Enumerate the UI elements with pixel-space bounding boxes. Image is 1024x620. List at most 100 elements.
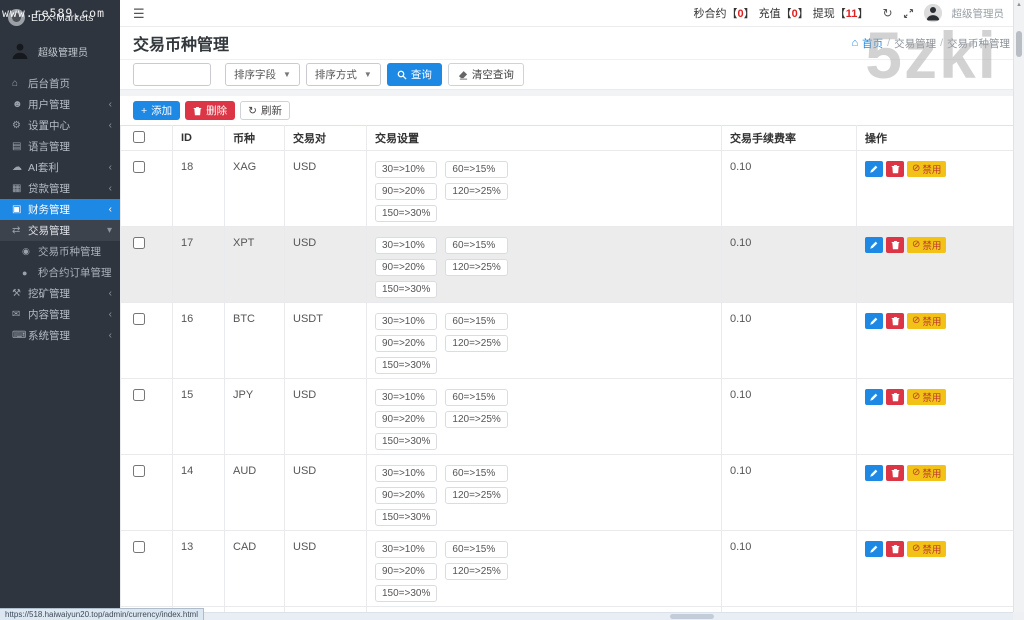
horizontal-scrollbar[interactable] (120, 612, 1013, 620)
caret-down-icon: ▼ (364, 70, 372, 79)
sidebar-item-language[interactable]: ▤语言管理 (0, 136, 120, 157)
row-checkbox[interactable] (133, 541, 145, 553)
setting-tag: 60=>15% (445, 541, 507, 558)
delete-row-button[interactable] (886, 237, 904, 253)
horizontal-scrollbar-thumb[interactable] (670, 614, 714, 619)
delete-button[interactable]: 删除 (185, 101, 235, 120)
ban-icon: ⊘ (912, 392, 920, 402)
sidebar-item-ai-arbitrage[interactable]: ☁AI套利‹ (0, 157, 120, 178)
clear-query-button-label: 清空查询 (472, 67, 514, 82)
refresh-icon[interactable]: ↻ (882, 7, 892, 19)
disable-button[interactable]: ⊘禁用 (907, 541, 946, 557)
row-settings-cell: 30=>10%60=>15%90=>20%120=>25%150=>30% (367, 227, 722, 303)
sidebar-item-label: 系统管理 (28, 328, 109, 343)
setting-tag: 150=>30% (375, 585, 437, 602)
vertical-scrollbar-thumb[interactable] (1016, 31, 1022, 57)
row-select-cell (121, 151, 173, 227)
brand[interactable]: EDX-Markets (0, 0, 120, 33)
refresh-icon: ↻ (248, 105, 257, 117)
plus-icon: + (141, 105, 147, 117)
disable-button[interactable]: ⊘禁用 (907, 389, 946, 405)
setting-tag: 60=>15% (445, 237, 507, 254)
table-row: 18XAGUSD30=>10%60=>15%90=>20%120=>25%150… (121, 151, 1024, 227)
sidebar-item-settings[interactable]: ⚙设置中心‹ (0, 115, 120, 136)
top-navbar: ☰ 秒合约【0】充值【0】提现【11】 ↻ 超级管理员 (120, 0, 1024, 27)
edit-button[interactable] (865, 541, 883, 557)
sort-order-select[interactable]: 排序方式 ▼ (306, 63, 381, 86)
status-url-tooltip: https://518.haiwaiyun20.top/admin/curren… (0, 608, 204, 620)
disable-button[interactable]: ⊘禁用 (907, 237, 946, 253)
sidebar-item-finance[interactable]: ▣财务管理‹ (0, 199, 120, 220)
sort-field-select[interactable]: 排序字段 ▼ (225, 63, 300, 86)
clear-query-button[interactable]: 清空查询 (448, 63, 524, 86)
sidebar-item-seconds-orders[interactable]: ●秒合约订单管理 (0, 262, 120, 283)
settings-grid: 30=>10%60=>15%90=>20%120=>25%150=>30% (375, 389, 713, 450)
row-pair-cell: USD (285, 227, 367, 303)
disable-button[interactable]: ⊘禁用 (907, 161, 946, 177)
select-all-header (121, 126, 173, 151)
row-ops-cell: ⊘禁用 (857, 531, 1024, 607)
row-checkbox[interactable] (133, 237, 145, 249)
content-panel: + 添加 删除 ↻ 刷新 ID币种交易对交易设置交易手续费率操作 18XAGUS… (120, 96, 1024, 620)
stat-value: 0 (738, 8, 744, 20)
sidebar-user[interactable]: 超级管理员 (0, 33, 120, 70)
select-all-checkbox[interactable] (133, 131, 145, 143)
vertical-scrollbar[interactable]: ▲ (1013, 0, 1024, 612)
delete-row-button[interactable] (886, 313, 904, 329)
setting-tag: 30=>10% (375, 541, 437, 558)
add-button-label: 添加 (151, 103, 172, 118)
sidebar-item-system[interactable]: ⌨系统管理‹ (0, 325, 120, 346)
row-settings-cell: 30=>10%60=>15%90=>20%120=>25%150=>30% (367, 303, 722, 379)
row-checkbox[interactable] (133, 161, 145, 173)
delete-row-button[interactable] (886, 161, 904, 177)
row-pair-cell: USDT (285, 303, 367, 379)
row-fee-cell: 0.10 (722, 303, 857, 379)
topbar-avatar[interactable] (924, 4, 942, 22)
chevron-left-icon: ‹ (109, 288, 112, 299)
scroll-up-arrow-icon[interactable]: ▲ (1014, 0, 1024, 10)
row-select-cell (121, 303, 173, 379)
row-id-cell: 17 (173, 227, 225, 303)
row-operations: ⊘禁用 (865, 389, 1015, 405)
edit-button[interactable] (865, 389, 883, 405)
column-header: ID (173, 126, 225, 151)
delete-row-button[interactable] (886, 389, 904, 405)
sort-order-label: 排序方式 (315, 67, 357, 82)
sidebar-item-loans[interactable]: ▦贷款管理‹ (0, 178, 120, 199)
setting-tag: 90=>20% (375, 335, 437, 352)
column-header: 交易对 (285, 126, 367, 151)
disable-button[interactable]: ⊘禁用 (907, 465, 946, 481)
sort-field-label: 排序字段 (234, 67, 276, 82)
search-input[interactable] (133, 63, 211, 86)
sidebar-toggle-icon[interactable]: ☰ (133, 7, 145, 20)
sidebar-item-label: 贷款管理 (28, 181, 109, 196)
query-button[interactable]: 查询 (387, 63, 442, 86)
add-button[interactable]: + 添加 (133, 101, 180, 120)
row-checkbox[interactable] (133, 465, 145, 477)
edit-button[interactable] (865, 313, 883, 329)
column-header: 操作 (857, 126, 1024, 151)
scrollbar-corner (1013, 612, 1024, 620)
sidebar-item-trade[interactable]: ⇄交易管理▾ (0, 220, 120, 241)
refresh-button[interactable]: ↻ 刷新 (240, 101, 290, 120)
breadcrumb-item[interactable]: 首页 (862, 36, 883, 51)
system-icon: ⌨ (12, 330, 28, 341)
row-checkbox[interactable] (133, 389, 145, 401)
chevron-left-icon: ‹ (109, 99, 112, 110)
sidebar-item-content[interactable]: ✉内容管理‹ (0, 304, 120, 325)
edit-button[interactable] (865, 465, 883, 481)
delete-row-button[interactable] (886, 465, 904, 481)
disable-label: 禁用 (922, 238, 941, 252)
edit-button[interactable] (865, 161, 883, 177)
sidebar-item-users[interactable]: ☻用户管理‹ (0, 94, 120, 115)
table-row: 13CADUSD30=>10%60=>15%90=>20%120=>25%150… (121, 531, 1024, 607)
disable-button[interactable]: ⊘禁用 (907, 313, 946, 329)
delete-row-button[interactable] (886, 541, 904, 557)
sidebar-item-mining[interactable]: ⚒挖矿管理‹ (0, 283, 120, 304)
sidebar-item-home[interactable]: ⌂后台首页 (0, 73, 120, 94)
topbar-username[interactable]: 超级管理员 (952, 6, 1005, 21)
sidebar-item-trade-currency[interactable]: ◉交易币种管理 (0, 241, 120, 262)
row-checkbox[interactable] (133, 313, 145, 325)
edit-button[interactable] (865, 237, 883, 253)
fullscreen-icon[interactable] (903, 8, 914, 19)
